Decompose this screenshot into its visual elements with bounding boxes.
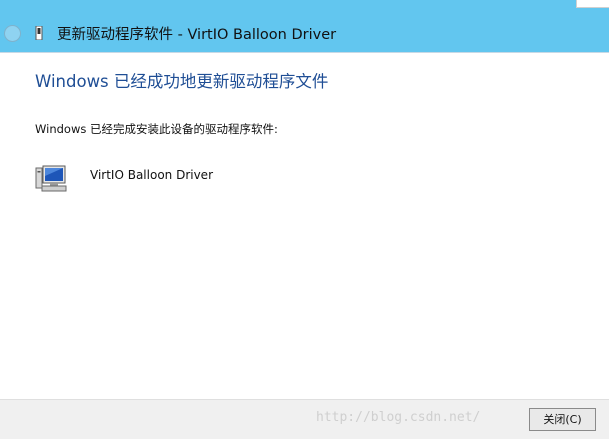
window-title: 更新驱动程序软件 - VirtIO Balloon Driver bbox=[57, 27, 337, 43]
computer-device-icon bbox=[35, 165, 67, 192]
dialog-footer bbox=[0, 399, 609, 439]
device-name: VirtIO Balloon Driver bbox=[90, 168, 213, 182]
close-button[interactable]: 关闭(C) bbox=[529, 408, 596, 431]
driver-update-window: 更新驱动程序软件 - VirtIO Balloon Driver Windows… bbox=[0, 0, 609, 439]
window-close-control[interactable] bbox=[576, 0, 609, 8]
device-icon bbox=[35, 26, 43, 40]
back-button[interactable] bbox=[4, 25, 21, 42]
title-bar: 更新驱动程序软件 - VirtIO Balloon Driver bbox=[0, 0, 609, 53]
page-heading: Windows 已经成功地更新驱动程序文件 bbox=[35, 72, 329, 91]
completion-description: Windows 已经完成安装此设备的驱动程序软件: bbox=[35, 122, 278, 136]
watermark-text: http://blog.csdn.net/ bbox=[316, 410, 481, 425]
